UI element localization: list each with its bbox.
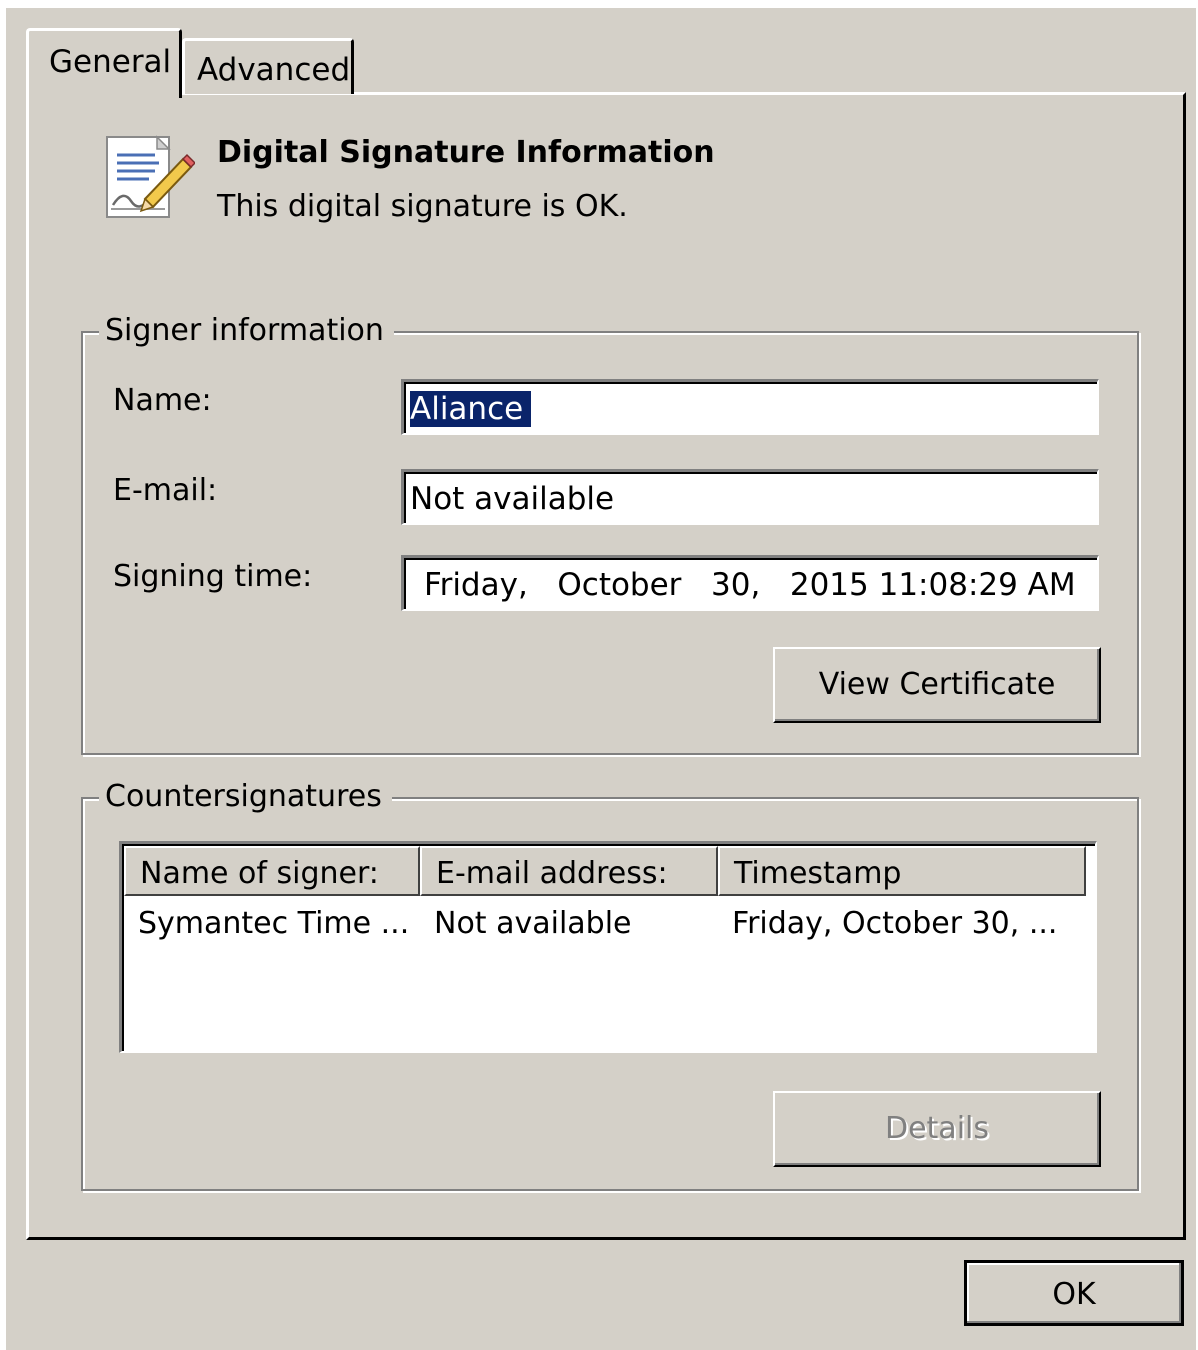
dialog-heading: Digital Signature Information [217,135,715,170]
certificate-icon [106,135,195,218]
signing-time-label: Signing time: [113,559,313,594]
view-certificate-button[interactable]: View Certificate [773,647,1101,723]
signer-information-legend: Signer information [99,313,394,349]
signature-status: This digital signature is OK. [217,189,628,224]
signing-time-field[interactable]: Friday, October 30, 2015 11:08:29 AM [401,555,1099,611]
column-header-timestamp[interactable]: Timestamp [718,846,1086,896]
row-email: Not available [434,906,632,941]
list-header: Name of signer: E-mail address: Timestam… [124,846,1094,896]
name-value: Aliance [410,391,532,427]
tab-advanced[interactable]: Advanced [182,38,354,94]
ok-label: OK [1052,1277,1096,1312]
details-label: Details [884,1111,989,1146]
tab-general-label: General [49,44,172,80]
general-tab-panel: Digital Signature Information This digit… [26,92,1186,1240]
column-header-name[interactable]: Name of signer: [124,846,420,896]
email-field[interactable]: Not available [401,469,1099,525]
row-timestamp: Friday, October 30, ... [732,906,1058,941]
column-header-email-label: E-mail address: [436,856,668,891]
column-header-email[interactable]: E-mail address: [420,846,718,896]
name-label: Name: [113,383,212,418]
signing-time-value: Friday, October 30, 2015 11:08:29 AM [424,567,1076,603]
column-header-timestamp-label: Timestamp [734,856,902,891]
tab-general[interactable]: General [26,28,182,98]
countersignatures-legend: Countersignatures [99,779,392,815]
name-field[interactable]: Aliance [401,379,1099,435]
email-value: Not available [410,481,615,517]
email-label: E-mail: [113,473,218,508]
details-button[interactable]: Details [773,1091,1101,1167]
view-certificate-label: View Certificate [818,667,1056,702]
tab-advanced-label: Advanced [197,52,351,88]
signer-information-group: Signer information Name: Aliance E-mail:… [81,313,1139,755]
ok-button[interactable]: OK [964,1260,1184,1326]
row-signer-name: Symantec Time ... [138,906,410,941]
digital-signature-dialog: General Advanced Digital Signature Infor… [6,8,1196,1350]
countersignatures-group: Countersignatures Name of signer: E-mail… [81,779,1139,1191]
column-header-name-label: Name of signer: [140,856,379,891]
countersignatures-list[interactable]: Name of signer: E-mail address: Timestam… [119,841,1097,1053]
